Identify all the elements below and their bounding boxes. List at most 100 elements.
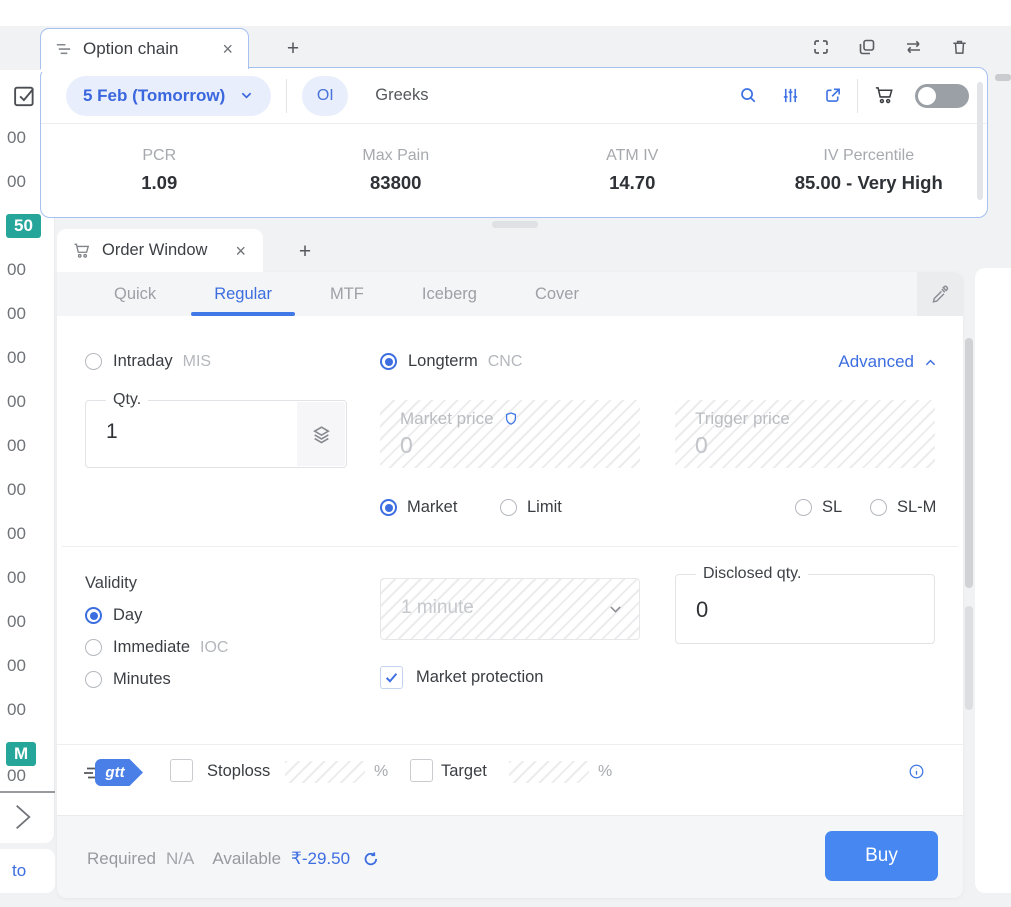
toolbar-actions: [739, 86, 842, 105]
order-form-tab[interactable]: Regular: [185, 272, 301, 316]
horizontal-scrollbar[interactable]: [995, 74, 1011, 81]
order-form-tab[interactable]: Quick: [85, 272, 185, 316]
strike-cell[interactable]: 00: [0, 512, 54, 556]
strike-cell[interactable]: 00: [0, 688, 54, 732]
disclosed-qty-field[interactable]: Disclosed qty. 0: [675, 565, 935, 644]
expiry-dropdown[interactable]: 5 Feb (Tomorrow): [66, 75, 272, 116]
basket-cart-icon[interactable]: [873, 84, 896, 107]
eyedropper-icon[interactable]: [917, 272, 963, 316]
strike-cell[interactable]: 00: [0, 248, 54, 292]
checkbox-checked: [380, 666, 403, 689]
oi-toggle[interactable]: OI: [302, 75, 349, 116]
order-form-tab[interactable]: Cover: [506, 272, 608, 316]
add-tab-button[interactable]: +: [290, 237, 320, 267]
option-chain-stats: PCR 1.09 Max Pain 83800 ATM IV 14.70 IV …: [41, 124, 987, 217]
market-protection-checkbox[interactable]: Market protection: [380, 666, 543, 689]
radio-circle: [870, 499, 887, 516]
radio-sl[interactable]: SL: [795, 498, 842, 517]
section-divider: [62, 546, 958, 547]
radio-intraday[interactable]: Intraday MIS: [85, 352, 211, 371]
stat-label: IV Percentile: [823, 147, 915, 164]
order-form-tab[interactable]: MTF: [301, 272, 393, 316]
tab-label: Option chain: [83, 39, 179, 58]
close-icon[interactable]: ×: [220, 40, 235, 58]
duplicate-icon[interactable]: [857, 37, 877, 57]
trash-icon[interactable]: [950, 37, 969, 57]
stat-value: 14.70: [609, 172, 656, 193]
vertical-scrollbar[interactable]: [965, 338, 973, 588]
toolbar-divider: [857, 78, 858, 113]
strike-cell[interactable]: 00: [0, 424, 54, 468]
minute-select-disabled: 1 minute: [380, 578, 640, 640]
stat-label: Max Pain: [362, 147, 430, 164]
radio-circle: [85, 671, 102, 688]
radio-validity-day[interactable]: Day: [85, 606, 142, 625]
add-tab-button[interactable]: +: [278, 34, 308, 64]
panel-scrollbar[interactable]: [977, 82, 983, 200]
radio-circle: [500, 499, 517, 516]
gtt-logo: gtt: [83, 759, 143, 786]
strike-cell[interactable]: 00: [0, 336, 54, 380]
stat: PCR 1.09: [41, 147, 278, 194]
radio-validity-minutes[interactable]: Minutes: [85, 670, 171, 689]
strike-cell[interactable]: 00: [0, 556, 54, 600]
fullscreen-icon[interactable]: [811, 37, 831, 57]
strike-cell[interactable]: 00: [7, 766, 26, 786]
order-form-tab[interactable]: Iceberg: [393, 272, 506, 316]
toolbar-divider: [286, 78, 288, 113]
strike-cell[interactable]: 00: [0, 644, 54, 688]
advanced-toggle[interactable]: Advanced: [838, 352, 938, 372]
radio-validity-immediate[interactable]: Immediate IOC: [85, 638, 228, 657]
qty-field[interactable]: Qty. 1: [85, 391, 347, 468]
stoploss-label: Stoploss: [207, 762, 271, 780]
resize-handle[interactable]: [492, 221, 538, 228]
refresh-margin-icon[interactable]: [362, 850, 380, 868]
info-icon[interactable]: [908, 763, 925, 780]
layers-icon[interactable]: [297, 402, 345, 466]
section-divider: [57, 744, 963, 745]
strike-cell[interactable]: 00: [0, 380, 54, 424]
radio-circle: [85, 639, 102, 656]
filter-sliders-icon[interactable]: [781, 86, 800, 105]
radio-sl-m[interactable]: SL-M: [870, 498, 936, 517]
tab-option-chain[interactable]: Option chain ×: [40, 28, 249, 72]
available-value: ₹-29.50: [291, 849, 351, 868]
tab-order-window[interactable]: Order Window ×: [57, 229, 263, 272]
target-checkbox[interactable]: [410, 759, 433, 782]
minute-select-value: 1 minute: [401, 597, 474, 618]
checkbox-column-icon[interactable]: [12, 82, 37, 107]
market-price-value: 0: [400, 432, 413, 458]
greeks-toggle[interactable]: Greeks: [375, 86, 428, 105]
radio-longterm[interactable]: Longterm CNC: [380, 352, 522, 371]
stat: Max Pain 83800: [278, 147, 515, 194]
background-panel-edge: [975, 268, 1011, 893]
chevron-right-icon[interactable]: [6, 800, 38, 834]
external-link-icon[interactable]: [823, 86, 842, 105]
strike-cell[interactable]: 00: [0, 292, 54, 336]
gtt-badge: gtt: [95, 759, 143, 786]
margin-info: Required N/A Available ₹-29.50: [87, 849, 380, 869]
qty-value: 1: [106, 420, 118, 443]
radio-limit[interactable]: Limit: [500, 498, 562, 517]
stoploss-checkbox[interactable]: [170, 759, 193, 782]
trigger-price-value: 0: [695, 432, 708, 458]
strike-cell[interactable]: 00: [0, 600, 54, 644]
app-window: 00 00 50 00 00 00 00 00 00 00 00 00 00 0…: [0, 0, 1011, 907]
search-icon[interactable]: [739, 86, 758, 105]
stat-label: ATM IV: [606, 147, 659, 164]
chevron-down-icon: [607, 601, 624, 618]
cart-icon: [72, 241, 92, 261]
rail-footer-link[interactable]: to: [0, 849, 55, 893]
radio-market[interactable]: Market: [380, 498, 457, 517]
chevron-up-icon: [923, 355, 938, 370]
rail-divider: [0, 791, 55, 793]
disclosed-qty-value: 0: [696, 597, 709, 622]
swap-icon[interactable]: [903, 37, 924, 57]
close-icon[interactable]: ×: [233, 242, 248, 260]
buy-button[interactable]: Buy: [825, 831, 938, 881]
order-footer: Required N/A Available ₹-29.50 Buy: [57, 815, 963, 898]
strike-cell[interactable]: 00: [0, 468, 54, 512]
toggle-switch-off[interactable]: [915, 83, 969, 108]
order-form-tabs: Quick Regular MTF Iceberg Cover: [57, 272, 963, 316]
vertical-scrollbar[interactable]: [965, 606, 973, 710]
